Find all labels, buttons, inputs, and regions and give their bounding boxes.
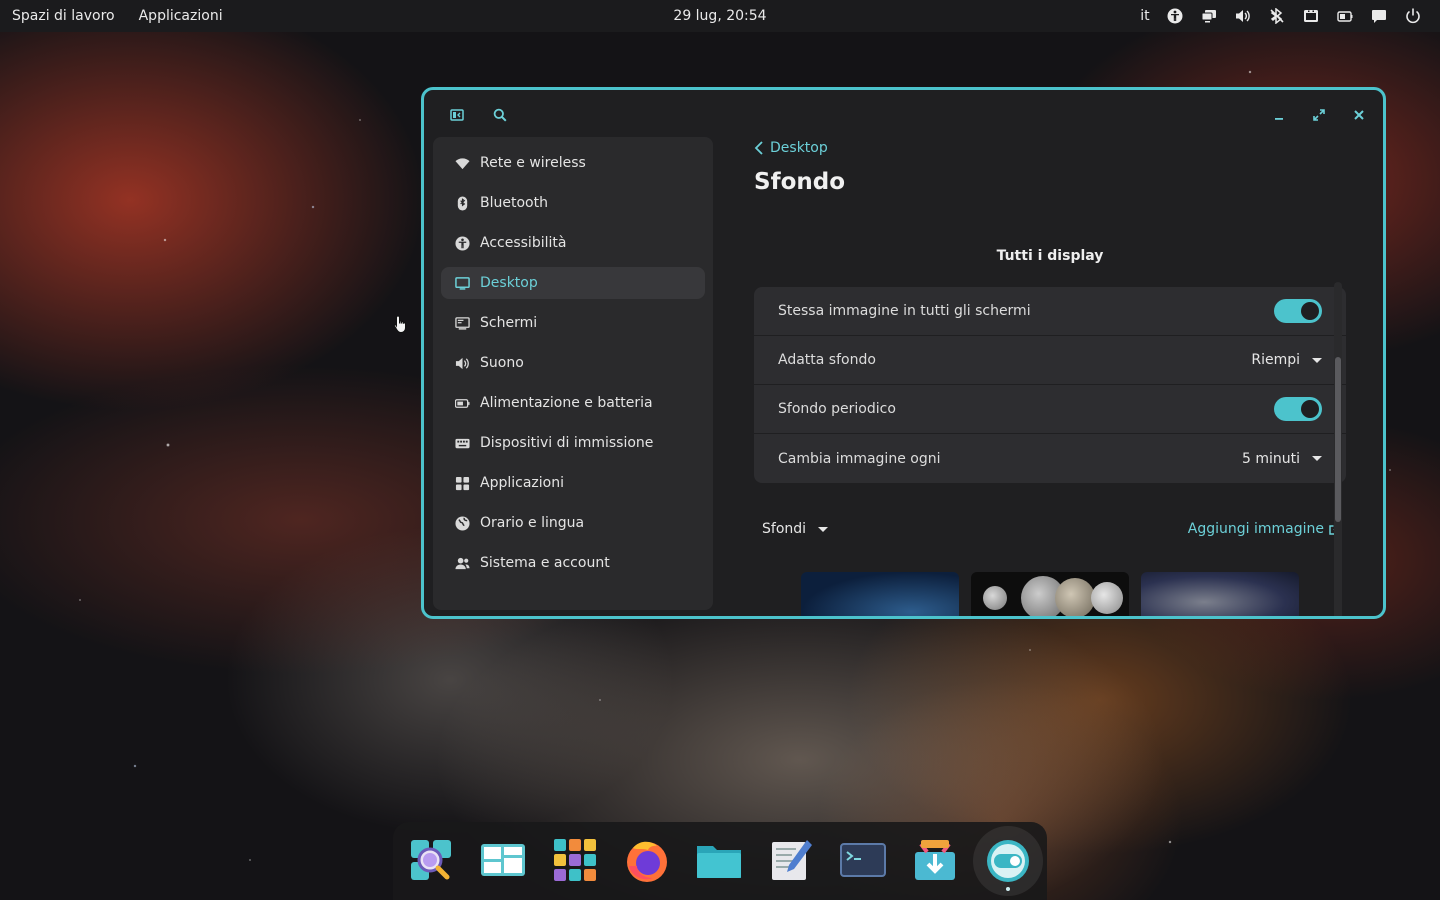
wallpaper-thumbnail[interactable] <box>971 572 1129 616</box>
keyboard-layout-indicator[interactable]: it <box>1132 0 1158 32</box>
keyboard-icon <box>455 438 470 448</box>
maximize-icon <box>1313 109 1325 121</box>
bluetooth-off-icon[interactable] <box>1260 0 1294 32</box>
chevron-down-icon <box>818 526 829 532</box>
settings-content: Desktop Sfondo Tutti i display Stessa im… <box>714 137 1354 616</box>
sidebar-item-desktop[interactable]: Desktop <box>441 267 705 299</box>
running-indicator <box>1006 887 1010 891</box>
section-title: Tutti i display <box>996 248 1104 264</box>
sidebar-item-schermi[interactable]: Schermi <box>441 307 705 339</box>
apps-grid-icon <box>455 476 470 490</box>
globe-icon <box>455 515 470 531</box>
sidebar-item-rete-e-wireless[interactable]: Rete e wireless <box>441 147 705 179</box>
search-icon <box>493 108 507 122</box>
sidebar-item-alimentazione-e-batteria[interactable]: Alimentazione e batteria <box>441 387 705 419</box>
sidebar-item-suono[interactable]: Suono <box>441 347 705 379</box>
search-button[interactable] <box>487 102 513 128</box>
text-editor-icon[interactable] <box>767 836 815 884</box>
row-fit-wallpaper: Adatta sfondo Riempi <box>754 336 1346 385</box>
launcher-search-icon[interactable] <box>407 836 455 884</box>
battery-icon <box>455 398 470 408</box>
workspaces-icon[interactable] <box>479 836 527 884</box>
chevron-down-icon <box>1312 357 1322 363</box>
minimize-icon <box>1275 118 1283 120</box>
sidebar-item-applicazioni[interactable]: Applicazioni <box>441 467 705 499</box>
content-scrollbar[interactable] <box>1334 282 1342 616</box>
wallpaper-thumbnail[interactable] <box>1141 572 1299 616</box>
maximize-button[interactable] <box>1306 102 1332 128</box>
battery-icon[interactable] <box>1328 0 1362 32</box>
settings-dock-item[interactable] <box>973 826 1043 896</box>
media-icon[interactable] <box>1294 0 1328 32</box>
files-icon[interactable] <box>695 836 743 884</box>
sidebar-toggle-button[interactable] <box>444 102 470 128</box>
minimize-button[interactable] <box>1266 102 1292 128</box>
settings-sidebar: Rete e wireless Bluetooth Accessibilità … <box>433 137 713 610</box>
accessibility-icon[interactable] <box>1158 0 1192 32</box>
firefox-icon[interactable] <box>623 836 671 884</box>
row-change-interval: Cambia immagine ogni 5 minuti <box>754 434 1346 483</box>
users-icon <box>455 557 470 569</box>
sidebar-item-orario-e-lingua[interactable]: Orario e lingua <box>441 507 705 539</box>
dock <box>393 822 1047 900</box>
wallpaper-thumbnail[interactable] <box>801 572 959 616</box>
power-icon[interactable] <box>1396 0 1430 32</box>
displays-icon[interactable] <box>1192 0 1226 32</box>
sound-icon <box>455 357 469 369</box>
back-button[interactable]: Desktop <box>754 140 828 156</box>
system-tray: it <box>1132 0 1430 32</box>
settings-window: Rete e wireless Bluetooth Accessibilità … <box>421 87 1386 619</box>
workspaces-button[interactable]: Spazi di lavoro <box>12 8 115 24</box>
close-button[interactable] <box>1346 102 1372 128</box>
row-slideshow: Sfondo periodico <box>754 385 1346 434</box>
sidebar-item-accessibilita[interactable]: Accessibilità <box>441 227 705 259</box>
sidebar-item-sistema-e-account[interactable]: Sistema e account <box>441 547 705 579</box>
display-icon <box>455 316 470 330</box>
desktop-icon <box>455 276 470 290</box>
sidebar-item-dispositivi-di-immissione[interactable]: Dispositivi di immissione <box>441 427 705 459</box>
volume-icon[interactable] <box>1226 0 1260 32</box>
close-icon <box>1354 110 1364 120</box>
wallpaper-source-dropdown[interactable]: Sfondi <box>762 521 829 537</box>
accessibility-icon <box>455 235 470 251</box>
change-interval-dropdown[interactable]: 5 minuti <box>1242 451 1322 467</box>
row-same-image: Stessa immagine in tutti gli schermi <box>754 287 1346 336</box>
applications-button[interactable]: Applicazioni <box>139 8 223 24</box>
chevron-down-icon <box>1312 456 1322 461</box>
window-header <box>424 90 1383 140</box>
settings-icon <box>987 840 1029 882</box>
bluetooth-icon <box>457 195 468 211</box>
terminal-icon[interactable] <box>839 836 887 884</box>
wallpaper-settings-card: Stessa immagine in tutti gli schermi Ada… <box>754 287 1346 483</box>
top-panel: Spazi di lavoro Applicazioni 29 lug, 20:… <box>0 0 1440 32</box>
page-title: Sfondo <box>754 169 846 195</box>
wifi-icon <box>455 157 470 169</box>
chevron-left-icon <box>754 141 763 155</box>
same-image-toggle[interactable] <box>1274 299 1322 323</box>
fit-wallpaper-dropdown[interactable]: Riempi <box>1251 352 1322 368</box>
notifications-icon[interactable] <box>1362 0 1396 32</box>
slideshow-toggle[interactable] <box>1274 397 1322 421</box>
add-image-link[interactable]: Aggiungi immagine <box>1188 521 1341 537</box>
store-icon[interactable] <box>911 836 959 884</box>
hand-cursor-icon <box>393 315 406 334</box>
clock-button[interactable]: 29 lug, 20:54 <box>673 8 766 24</box>
sidebar-item-bluetooth[interactable]: Bluetooth <box>441 187 705 219</box>
app-grid-icon[interactable] <box>551 836 599 884</box>
